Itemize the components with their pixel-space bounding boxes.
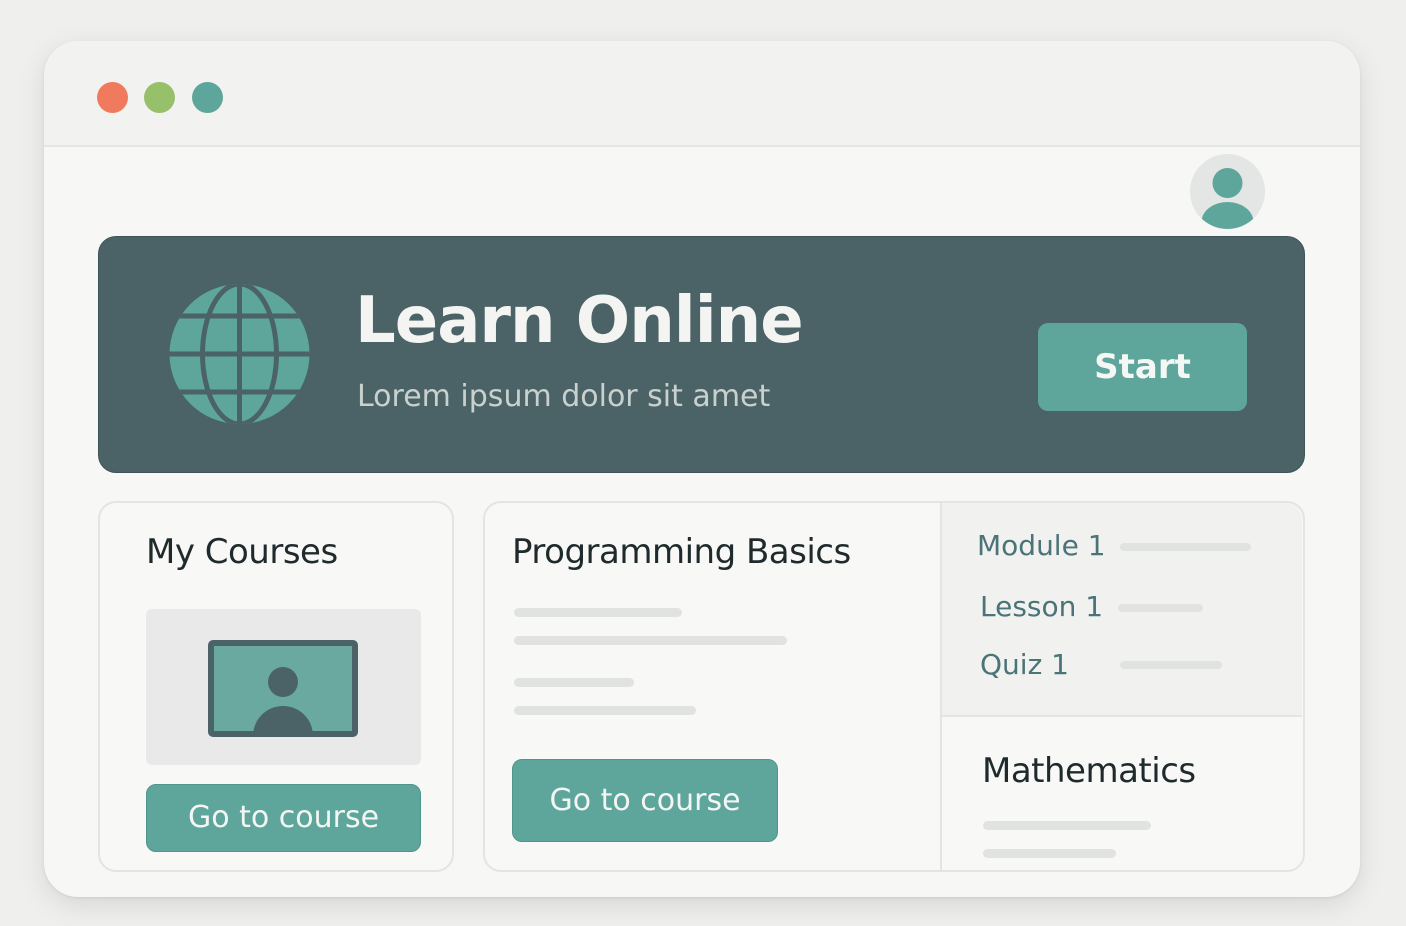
hero-banner: Learn Online Lorem ipsum dolor sit amet … [98,236,1305,473]
outline-item-module-1[interactable]: Module 1 [977,528,1106,564]
programming-go-button[interactable]: Go to course [512,759,778,842]
outline-item-quiz-1[interactable]: Quiz 1 [980,647,1069,683]
mathematics-panel[interactable]: Mathematics [940,717,1302,870]
my-courses-go-button[interactable]: Go to course [146,784,421,852]
description-placeholder-line [514,636,787,645]
my-courses-title: My Courses [146,532,338,572]
title-bar [44,41,1360,147]
hero-subtitle: Lorem ipsum dolor sit amet [357,379,771,414]
course-thumbnail[interactable] [146,609,421,765]
description-placeholder-line [983,821,1151,830]
description-placeholder-line [514,678,634,687]
outline-item-lesson-1[interactable]: Lesson 1 [980,589,1103,625]
course-outline-panel: Module 1 Lesson 1 Quiz 1 [940,503,1302,717]
close-window-button[interactable] [97,82,128,113]
minimize-window-button[interactable] [144,82,175,113]
my-courses-card: My Courses Go to course [98,501,454,872]
user-avatar-icon[interactable] [1190,154,1265,229]
hero-title: Learn Online [355,284,804,358]
video-lesson-icon [208,640,358,737]
programming-basics-title: Programming Basics [512,532,851,572]
description-placeholder-line [983,849,1116,858]
description-placeholder-line [514,608,682,617]
description-placeholder-line [514,706,696,715]
outline-progress-line [1120,661,1222,669]
outline-progress-line [1118,604,1203,612]
start-button[interactable]: Start [1038,323,1247,411]
globe-icon [169,284,310,424]
app-window: Learn Online Lorem ipsum dolor sit amet … [44,41,1360,897]
programming-basics-card: Programming Basics Go to course Module 1… [483,501,1305,872]
mathematics-title: Mathematics [982,751,1196,791]
maximize-window-button[interactable] [192,82,223,113]
outline-progress-line [1120,543,1251,551]
